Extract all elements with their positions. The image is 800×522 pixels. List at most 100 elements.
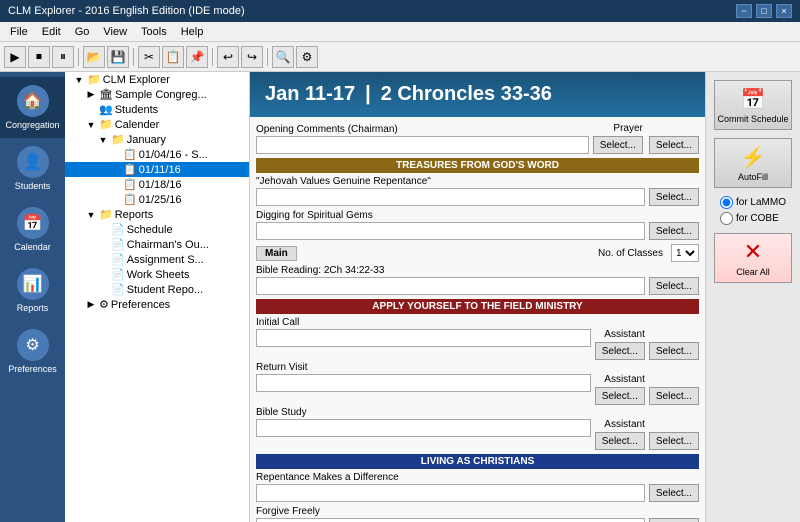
expand-icon: ▶: [85, 89, 97, 101]
tree-week-jan25[interactable]: 📋 01/25/16: [65, 192, 249, 207]
no-classes-select[interactable]: 1 2: [671, 244, 699, 262]
return-visit-right: Assistant Select...: [595, 374, 645, 405]
tree-student-repo[interactable]: 📄 Student Repo...: [65, 282, 249, 297]
topic3-select-btn[interactable]: Select...: [649, 484, 699, 502]
tree-reports[interactable]: ▼ 📁 Reports: [65, 207, 249, 222]
prayer-btn-area: x Select...: [649, 123, 699, 154]
toolbar-btn-6[interactable]: ✂: [138, 46, 160, 68]
bible-study-select2[interactable]: Select...: [649, 432, 699, 450]
sidebar-item-reports[interactable]: 📊 Reports: [0, 260, 65, 321]
sidebar-item-congregation[interactable]: 🏠 Congregation: [0, 77, 65, 138]
toolbar-btn-5[interactable]: 💾: [107, 46, 129, 68]
toolbar-btn-9[interactable]: ↩: [217, 46, 239, 68]
return-visit-select2[interactable]: Select...: [649, 387, 699, 405]
radio-lammmo[interactable]: for LaMMO: [720, 196, 786, 209]
radio-cobe-input[interactable]: [720, 212, 733, 225]
sidebar-item-preferences[interactable]: ⚙ Preferences: [0, 321, 65, 382]
initial-call-select[interactable]: Select...: [595, 342, 645, 360]
toolbar-btn-gear[interactable]: ⚙: [296, 46, 318, 68]
autofill-btn[interactable]: ⚡ AutoFill: [714, 138, 792, 188]
sidebar-item-students[interactable]: 👤 Students: [0, 138, 65, 199]
menu-go[interactable]: Go: [69, 25, 96, 39]
menu-help[interactable]: Help: [175, 25, 210, 39]
toolbar-btn-10[interactable]: ↪: [241, 46, 263, 68]
menu-view[interactable]: View: [97, 25, 133, 39]
topic1-row: Select...: [256, 188, 699, 206]
topic4-input[interactable]: [256, 518, 645, 522]
bible-reading-select-btn[interactable]: Select...: [649, 277, 699, 295]
bible-study-label: Bible Study: [256, 407, 699, 418]
main-label: Main: [256, 246, 297, 261]
toolbar-btn-8[interactable]: 📌: [186, 46, 208, 68]
sidebar-item-calendar[interactable]: 📅 Calendar: [0, 199, 65, 260]
expand-icon: ▼: [73, 74, 85, 86]
commit-icon: 📅: [741, 87, 766, 112]
topic1-input[interactable]: [256, 188, 645, 206]
initial-call-row: Assistant Select... x Select...: [256, 329, 699, 360]
bible-study-input[interactable]: [256, 419, 591, 437]
clear-all-btn[interactable]: ✕ Clear All: [714, 233, 792, 283]
preferences-icon: ⚙: [17, 329, 49, 361]
topic4-label: Forgive Freely: [256, 506, 699, 517]
initial-call-select2[interactable]: Select...: [649, 342, 699, 360]
bible-reading-row: Select...: [256, 277, 699, 295]
toolbar-btn-1[interactable]: ▶: [4, 46, 26, 68]
prayer-select-btn[interactable]: Select...: [649, 136, 699, 154]
toolbar: ▶ ⏹ ⏸ 📂 💾 ✂ 📋 📌 ↩ ↪ 🔍 ⚙: [0, 42, 800, 72]
tree-week-jan4[interactable]: 📋 01/04/16 - S...: [65, 147, 249, 162]
minimize-button[interactable]: −: [736, 4, 752, 18]
opening-input[interactable]: [256, 136, 589, 154]
main-row: Main No. of Classes 1 2: [256, 244, 699, 262]
radio-cobe[interactable]: for COBE: [720, 212, 786, 225]
return-visit-select[interactable]: Select...: [595, 387, 645, 405]
return-visit-label: Return Visit: [256, 362, 699, 373]
assistant-label-2: Assistant: [604, 374, 645, 385]
tree-week-jan18[interactable]: 📋 01/18/16: [65, 177, 249, 192]
return-visit-input[interactable]: [256, 374, 591, 392]
toolbar-btn-search[interactable]: 🔍: [272, 46, 294, 68]
toolbar-btn-2[interactable]: ⏹: [28, 46, 50, 68]
close-button[interactable]: ×: [776, 4, 792, 18]
toolbar-btn-7[interactable]: 📋: [162, 46, 184, 68]
commit-schedule-btn[interactable]: 📅 Commit Schedule: [714, 80, 792, 130]
assistant-label-3: Assistant: [604, 419, 645, 430]
bible-study-right2: x Select...: [649, 419, 699, 450]
expand-icon: ▼: [85, 209, 97, 221]
tree-assignment-s[interactable]: 📄 Assignment S...: [65, 252, 249, 267]
menu-edit[interactable]: Edit: [36, 25, 67, 39]
opening-select-btn[interactable]: Select...: [593, 136, 643, 154]
tree-calender[interactable]: ▼ 📁 Calender: [65, 117, 249, 132]
autofill-icon: ⚡: [741, 145, 766, 170]
content-area: Jan 11-17 | 2 Chroncles 33-36 Opening Co…: [250, 72, 705, 522]
toolbar-btn-4[interactable]: 📂: [83, 46, 105, 68]
expand-icon: [109, 149, 121, 161]
tree-schedule[interactable]: 📄 Schedule: [65, 222, 249, 237]
maximize-button[interactable]: □: [756, 4, 772, 18]
topic2-select-btn[interactable]: Select...: [649, 222, 699, 240]
radio-lammmo-input[interactable]: [720, 196, 733, 209]
header-pipe: |: [365, 83, 371, 106]
tree-preferences[interactable]: ▶ ⚙ Preferences: [65, 297, 249, 312]
return-visit-row: Assistant Select... x Select...: [256, 374, 699, 405]
bible-study-select[interactable]: Select...: [595, 432, 645, 450]
tree-students[interactable]: 👥 Students: [65, 102, 249, 117]
menu-tools[interactable]: Tools: [135, 25, 173, 39]
topic1-select-btn[interactable]: Select...: [649, 188, 699, 206]
toolbar-btn-3[interactable]: ⏸: [52, 46, 74, 68]
tree-sample-cong[interactable]: ▶ 🏛 Sample Congreg...: [65, 87, 249, 102]
opening-label: Opening Comments (Chairman): [256, 124, 589, 135]
tree-chairmans-outline[interactable]: 📄 Chairman's Ou...: [65, 237, 249, 252]
students-icon: 👤: [17, 146, 49, 178]
menu-file[interactable]: File: [4, 25, 34, 39]
topic2-input[interactable]: [256, 222, 645, 240]
initial-call-input[interactable]: [256, 329, 591, 347]
tree-clm-explorer[interactable]: ▼ 📁 CLM Explorer: [65, 72, 249, 87]
topic3-input[interactable]: [256, 484, 645, 502]
christians-header: LIVING AS CHRISTIANS: [256, 454, 699, 469]
clear-icon: ✕: [744, 239, 762, 265]
tree-work-sheets[interactable]: 📄 Work Sheets: [65, 267, 249, 282]
tree-january[interactable]: ▼ 📁 January: [65, 132, 249, 147]
tree-week-jan11[interactable]: 📋 01/11/16: [65, 162, 249, 177]
bible-reading-input[interactable]: [256, 277, 645, 295]
topic4-select-btn[interactable]: Select...: [649, 518, 699, 522]
